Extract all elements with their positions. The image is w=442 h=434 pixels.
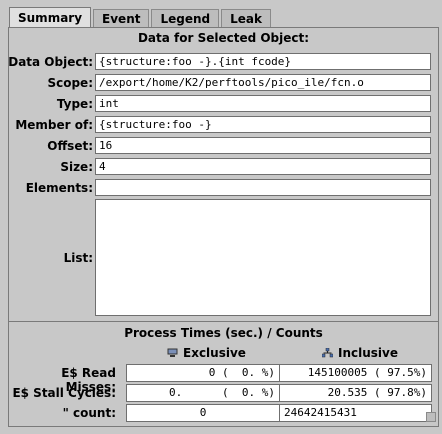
- exclusive-header-label: Exclusive: [183, 346, 246, 360]
- list-label: List:: [63, 251, 93, 265]
- exclusive-column-header[interactable]: Exclusive: [167, 346, 246, 360]
- inclusive-header-label: Inclusive: [338, 346, 398, 360]
- metric-label-stall-cycles: E$ Stall Cycles:: [12, 386, 116, 400]
- inclusive-metric-icon: [322, 348, 333, 358]
- member-of-field[interactable]: {structure:foo -}: [95, 116, 431, 133]
- tab-summary[interactable]: Summary: [9, 7, 92, 27]
- tab-bar: Summary Event Legend Leak: [9, 7, 273, 27]
- exclusive-value-stall-cycles: 0. ( 0. %): [126, 384, 280, 402]
- resize-handle[interactable]: [426, 412, 436, 422]
- type-field[interactable]: int: [95, 95, 431, 112]
- inclusive-value-stall-cycles: 20.535 ( 97.8%): [279, 384, 432, 402]
- data-object-label: Data Object:: [8, 55, 93, 69]
- inclusive-value-count: 24642415431: [279, 404, 432, 422]
- object-section-title: Data for Selected Object:: [137, 31, 310, 45]
- type-label: Type:: [56, 97, 93, 111]
- list-box[interactable]: [95, 199, 431, 316]
- size-field[interactable]: 4: [95, 158, 431, 175]
- metrics-section-title: Process Times (sec.) / Counts: [124, 326, 323, 340]
- summary-panel: Data for Selected Object: Data Object: {…: [8, 27, 439, 427]
- metric-label-count: " count:: [62, 406, 116, 420]
- offset-field[interactable]: 16: [95, 137, 431, 154]
- exclusive-metric-icon: [167, 348, 178, 357]
- offset-label: Offset:: [47, 139, 93, 153]
- scope-field[interactable]: /export/home/K2/perftools/pico_ile/fcn.o: [95, 74, 431, 91]
- size-label: Size:: [60, 160, 93, 174]
- inclusive-value-read-misses: 145100005 ( 97.5%): [279, 364, 432, 382]
- section-divider: [9, 321, 438, 322]
- elements-field[interactable]: [95, 179, 431, 196]
- exclusive-value-count: 0: [126, 404, 280, 422]
- tab-legend[interactable]: Legend: [151, 9, 220, 27]
- member-of-label: Member of:: [15, 118, 93, 132]
- data-object-field[interactable]: {structure:foo -}.{int fcode}: [95, 53, 431, 70]
- inclusive-column-header[interactable]: Inclusive: [322, 346, 398, 360]
- tab-event[interactable]: Event: [93, 9, 150, 27]
- tab-leak[interactable]: Leak: [221, 9, 271, 27]
- exclusive-value-read-misses: 0 ( 0. %): [126, 364, 280, 382]
- scope-label: Scope:: [47, 76, 93, 90]
- elements-label: Elements:: [25, 181, 93, 195]
